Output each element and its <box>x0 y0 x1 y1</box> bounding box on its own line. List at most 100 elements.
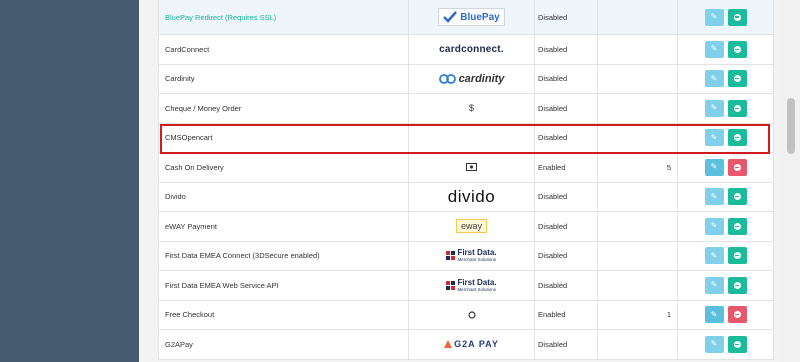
payment-sort-order <box>598 94 678 123</box>
payment-actions: ✎ <box>678 94 773 123</box>
payment-name: CardConnect <box>159 35 409 64</box>
cardinity-logo: cardinity <box>438 73 504 85</box>
firstdata-logo: First Data. Merchant Solutions <box>446 248 497 263</box>
bluepay-logo-text: BluePay <box>460 11 500 23</box>
table-row: First Data EMEA Connect (3DSecure enable… <box>159 241 773 271</box>
table-row: Cardinity cardinity Disabled ✎ <box>159 64 773 94</box>
payment-name: Cheque / Money Order <box>159 94 409 123</box>
plus-circle-icon <box>733 193 741 201</box>
plus-circle-icon <box>733 340 741 348</box>
plus-circle-icon <box>733 45 741 53</box>
payment-logo: BluePay <box>409 0 535 34</box>
payment-logo: divido <box>409 182 535 211</box>
payment-name: CMSOpencart <box>159 123 409 152</box>
payment-actions: ✎ <box>678 153 773 182</box>
payment-status: Enabled <box>535 153 598 182</box>
edit-button[interactable]: ✎ <box>704 40 724 58</box>
pencil-icon: ✎ <box>710 132 718 142</box>
install-button[interactable] <box>727 8 747 26</box>
cardconnect-logo: cardconnect. <box>439 43 504 55</box>
install-button[interactable] <box>727 99 747 117</box>
install-button[interactable] <box>727 247 747 265</box>
scrollbar-thumb[interactable] <box>787 98 795 154</box>
payment-sort-order <box>598 330 678 359</box>
g2apay-logo-text: G2A PAY <box>454 339 499 350</box>
firstdata-logo: First Data. Merchant Solutions <box>446 278 497 292</box>
plus-circle-icon <box>733 281 741 289</box>
payment-sort-order: 1 <box>598 300 678 329</box>
pencil-icon: ✎ <box>710 250 718 260</box>
install-button[interactable] <box>727 335 747 353</box>
pencil-icon: ✎ <box>710 191 718 201</box>
pencil-icon: ✎ <box>710 44 718 54</box>
money-icon <box>466 163 477 172</box>
left-sidebar <box>0 0 139 362</box>
payment-status: Disabled <box>535 0 598 34</box>
payment-sort-order <box>598 35 678 64</box>
firstdata-mark-icon <box>446 280 456 290</box>
payment-actions: ✎ <box>678 183 773 212</box>
uninstall-button[interactable] <box>727 158 747 176</box>
install-button[interactable] <box>727 276 747 294</box>
payment-status: Disabled <box>535 35 598 64</box>
edit-button[interactable]: ✎ <box>704 158 724 176</box>
install-button[interactable] <box>727 70 747 88</box>
plus-circle-icon <box>733 252 741 260</box>
payment-name-link[interactable]: BluePay Redirect (Requires SSL) <box>165 13 276 22</box>
payment-sort-order <box>598 123 678 152</box>
table-row: Free Checkout Enabled 1 ✎ <box>159 300 773 330</box>
pencil-icon: ✎ <box>710 221 718 231</box>
edit-button[interactable]: ✎ <box>704 129 724 147</box>
table-row: Divido divido Disabled ✎ <box>159 182 773 212</box>
payment-actions: ✎ <box>678 212 773 241</box>
payment-sort-order <box>598 271 678 300</box>
install-button[interactable] <box>727 129 747 147</box>
edit-button[interactable]: ✎ <box>704 247 724 265</box>
uninstall-button[interactable] <box>727 306 747 324</box>
payment-name[interactable]: BluePay Redirect (Requires SSL) <box>159 0 409 34</box>
payment-actions: ✎ <box>678 330 773 359</box>
install-button[interactable] <box>727 188 747 206</box>
payment-status: Enabled <box>535 300 598 329</box>
firstdata-logo-text: First Data. <box>457 248 497 258</box>
payment-actions: ✎ <box>678 65 773 94</box>
pencil-icon: ✎ <box>710 339 718 349</box>
payment-name: Cash On Delivery <box>159 153 409 182</box>
table-row: Cash On Delivery Enabled 5 ✎ <box>159 153 773 183</box>
payment-sort-order <box>598 64 678 93</box>
pencil-icon: ✎ <box>710 162 718 172</box>
table-row: CardConnect cardconnect. Disabled ✎ <box>159 35 773 65</box>
payment-logo <box>409 300 535 329</box>
payment-logo: cardinity <box>409 64 535 93</box>
payment-sort-order <box>598 241 678 270</box>
install-button[interactable] <box>727 217 747 235</box>
payment-status: Disabled <box>535 241 598 270</box>
edit-button[interactable]: ✎ <box>704 188 724 206</box>
edit-button[interactable]: ✎ <box>704 217 724 235</box>
edit-button[interactable]: ✎ <box>704 70 724 88</box>
payment-actions: ✎ <box>678 242 773 271</box>
payment-name: Cardinity <box>159 64 409 93</box>
payment-name: First Data EMEA Connect (3DSecure enable… <box>159 241 409 270</box>
payment-logo: cardconnect. <box>409 35 535 64</box>
install-button[interactable] <box>727 40 747 58</box>
payment-logo: G2A PAY <box>409 330 535 359</box>
edit-button[interactable]: ✎ <box>704 306 724 324</box>
payment-sort-order <box>598 0 678 34</box>
minus-circle-icon <box>733 163 741 171</box>
edit-button[interactable]: ✎ <box>704 276 724 294</box>
payment-actions: ✎ <box>678 0 773 34</box>
table-row: eWAY Payment eway Disabled ✎ <box>159 212 773 242</box>
g2apay-logo: G2A PAY <box>444 339 499 349</box>
firstdata-logo-subtext: Merchant Solutions <box>457 286 496 292</box>
eway-logo: eway <box>455 219 487 234</box>
edit-button[interactable]: ✎ <box>704 335 724 353</box>
edit-button[interactable]: ✎ <box>704 99 724 117</box>
firstdata-logo-subtext: Merchant Solutions <box>457 257 496 263</box>
edit-button[interactable]: ✎ <box>704 8 724 26</box>
payment-name: G2APay <box>159 330 409 359</box>
payments-table: BluePay Redirect (Requires SSL) BluePay … <box>158 0 774 360</box>
table-row: Cheque / Money Order $ Disabled ✎ <box>159 94 773 124</box>
vertical-scrollbar[interactable] <box>782 0 800 362</box>
payment-status: Disabled <box>535 182 598 211</box>
